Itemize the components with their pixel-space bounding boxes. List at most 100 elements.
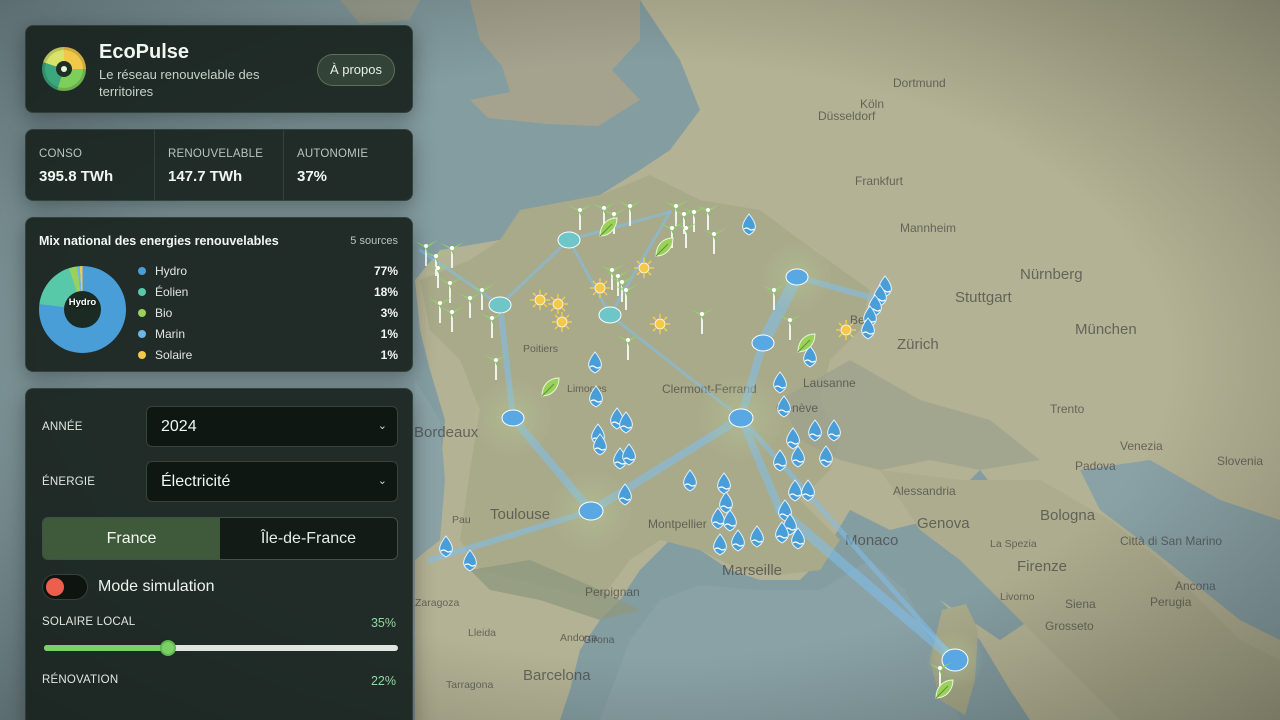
legend-percent: 77% (373, 263, 398, 278)
map-label: Montpellier (648, 517, 707, 531)
map-label: Poitiers (523, 343, 558, 355)
scope-toggle: France Île-de-France (42, 517, 398, 560)
legend-item-marin[interactable]: Marin 1% (138, 323, 398, 344)
map-label: Trento (1050, 402, 1085, 416)
map-label: Città di San Marino (1120, 534, 1222, 548)
map-label: Firenze (1017, 558, 1067, 575)
chevron-down-icon: ⌄ (377, 420, 387, 432)
map-label: Padova (1075, 459, 1116, 473)
map-label: Bologna (1040, 507, 1096, 524)
map-label: Lleida (468, 627, 496, 639)
stat-label: RENOUVELABLE (168, 148, 264, 160)
donut-center-label: Hydro (68, 297, 97, 308)
legend-item-solaire[interactable]: Solaire 1% (138, 344, 398, 365)
solar-slider[interactable] (44, 640, 398, 656)
slider-fill (44, 645, 168, 651)
about-button[interactable]: À propos (316, 54, 395, 86)
legend-swatch (138, 329, 146, 338)
solar-marker-icon[interactable] (552, 312, 572, 332)
map-label: Alessandria (893, 484, 956, 498)
app-subtitle: Le réseau renouvelable des territoires (99, 67, 260, 99)
network-node[interactable] (598, 306, 622, 324)
map-label: Siena (1065, 597, 1096, 611)
mix-source-count: 5 sources (350, 235, 398, 247)
solar-slider-label: SOLAIRE LOCAL (42, 616, 136, 628)
mix-legend: Hydro 77% Éolien 18% Bio 3% Marin 1% Sol… (138, 260, 398, 365)
stat-label: AUTONOMIE (297, 148, 369, 160)
renovation-slider-value: 22% (370, 674, 396, 688)
chevron-down-icon: ⌄ (377, 475, 387, 487)
legend-percent: 18% (373, 284, 398, 299)
mix-donut-chart[interactable]: Hydro (39, 266, 126, 353)
network-node[interactable] (557, 231, 581, 249)
map-label: Marseille (722, 562, 782, 579)
slider-thumb[interactable] (159, 640, 176, 656)
energy-value: Électricité (161, 473, 231, 490)
solar-marker-icon[interactable] (548, 294, 568, 314)
legend-name: Marin (155, 326, 186, 341)
renewable-mix-panel: Mix national des energies renouvelables … (25, 217, 413, 372)
legend-percent: 1% (380, 347, 398, 362)
map-label: Venezia (1120, 439, 1163, 453)
solar-marker-icon[interactable] (836, 320, 856, 340)
stats-panel: CONSO 395.8 TWh RENOUVELABLE 147.7 TWh A… (25, 129, 413, 201)
toggle-knob (46, 578, 64, 596)
scope-option-ile-de-france[interactable]: Île-de-France (220, 518, 397, 559)
solar-marker-icon[interactable] (530, 290, 550, 310)
legend-swatch (138, 287, 146, 296)
legend-swatch (138, 350, 146, 359)
stat-autonomy: AUTONOMIE 37% (284, 130, 412, 200)
stat-value: 147.7 TWh (168, 168, 243, 185)
map-label: Toulouse (490, 506, 550, 523)
year-value: 2024 (161, 418, 197, 435)
map-label: Mannheim (900, 221, 956, 235)
legend-swatch (138, 266, 146, 275)
legend-percent: 3% (380, 305, 398, 320)
map-label: Stuttgart (955, 289, 1013, 306)
map-label: La Spezia (990, 538, 1037, 550)
legend-item-hydro[interactable]: Hydro 77% (138, 260, 398, 281)
legend-item-eolien[interactable]: Éolien 18% (138, 281, 398, 302)
solar-marker-icon[interactable] (650, 314, 670, 334)
legend-swatch (138, 308, 146, 317)
network-node[interactable] (728, 408, 754, 428)
scope-option-france[interactable]: France (43, 518, 220, 559)
network-node[interactable] (501, 409, 525, 427)
map-label: Pau (452, 514, 471, 526)
simulation-label: Mode simulation (98, 578, 215, 595)
app-header: EcoPulse Le réseau renouvelable des terr… (25, 25, 413, 113)
map-label: Genova (917, 515, 970, 532)
network-node[interactable] (751, 334, 775, 352)
year-select[interactable]: 2024 ⌄ (146, 406, 398, 447)
map-label: Lausanne (803, 376, 856, 390)
map-label: Düsseldorf (818, 109, 876, 123)
map-label: Nürnberg (1020, 266, 1083, 283)
map-label: Grosseto (1045, 619, 1094, 633)
legend-percent: 1% (380, 326, 398, 341)
network-node[interactable] (488, 296, 512, 314)
legend-name: Hydro (155, 263, 188, 278)
map-label: Perpignan (585, 585, 640, 599)
stat-renewable: RENOUVELABLE 147.7 TWh (155, 130, 284, 200)
map-label: Frankfurt (855, 174, 904, 188)
network-node[interactable] (578, 501, 604, 521)
network-node[interactable] (785, 268, 809, 286)
map-label: Barcelona (523, 667, 591, 684)
map-label: Tarragona (446, 679, 493, 691)
app-title: EcoPulse (99, 41, 190, 63)
renovation-slider-label: RÉNOVATION (42, 674, 119, 686)
simulation-toggle[interactable] (42, 574, 88, 600)
solar-marker-icon[interactable] (590, 278, 610, 298)
map-label: Zaragoza (415, 597, 460, 609)
energy-select[interactable]: Électricité ⌄ (146, 461, 398, 502)
solar-slider-value: 35% (370, 616, 396, 630)
legend-item-bio[interactable]: Bio 3% (138, 302, 398, 323)
map-label: Livorno (1000, 591, 1035, 603)
map-label: Girona (583, 634, 615, 646)
stat-value: 37% (297, 168, 328, 185)
map-label: Zürich (897, 336, 939, 353)
controls-panel: ANNÉE 2024 ⌄ ÉNERGIE Électricité ⌄ Franc… (25, 388, 413, 720)
map-label: München (1075, 321, 1137, 338)
network-node[interactable] (941, 648, 969, 672)
solar-marker-icon[interactable] (634, 258, 654, 278)
